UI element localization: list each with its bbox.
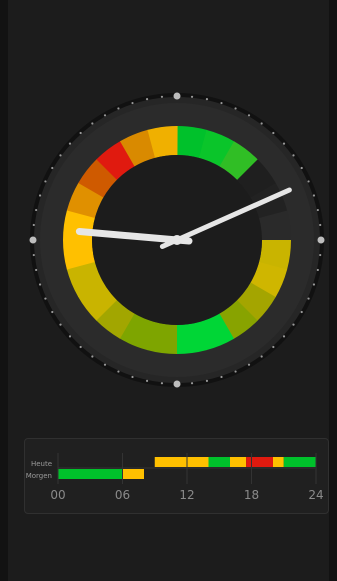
dial-dot xyxy=(44,180,47,183)
tomorrow-label: Morgen xyxy=(26,472,52,480)
dial-dot xyxy=(300,310,303,314)
dial-dot xyxy=(319,223,322,227)
dial-dot xyxy=(316,268,319,272)
forecast-segment xyxy=(273,457,284,467)
forecast-segment xyxy=(122,469,144,479)
dial-dot xyxy=(272,131,275,135)
forecast-segment xyxy=(58,469,123,479)
dial-dot xyxy=(247,363,251,366)
dial-dot xyxy=(272,345,275,349)
dial-dot xyxy=(117,370,120,373)
dial-dot xyxy=(260,122,263,125)
dial-dot xyxy=(38,194,42,197)
app-screen: Heute Morgen 00 06 12 18 24 xyxy=(0,0,337,581)
dial-dot xyxy=(51,310,54,314)
dial-dot xyxy=(282,142,286,145)
hour-tick-label: 18 xyxy=(244,488,259,502)
dial-dot xyxy=(131,375,134,379)
dial-dot xyxy=(247,114,251,117)
dial-dot xyxy=(44,297,47,300)
hour-tick-label: 24 xyxy=(308,488,323,502)
dial-dot xyxy=(234,107,237,110)
forecast-segment xyxy=(230,457,247,467)
hour-tick-label: 06 xyxy=(115,488,130,502)
dial-dot xyxy=(292,323,295,326)
forecast-segment xyxy=(154,457,187,467)
dial-dot xyxy=(131,101,134,105)
dial-marker xyxy=(317,236,325,244)
dial-marker xyxy=(173,92,181,100)
dial-marker xyxy=(173,380,181,388)
dial-marker xyxy=(29,236,37,244)
dial-dot xyxy=(234,370,237,373)
dial-dot xyxy=(68,335,72,338)
today-row xyxy=(154,457,316,467)
dial-dot xyxy=(35,208,38,212)
forecast-segment xyxy=(208,457,230,467)
dial-dot xyxy=(292,154,295,157)
forecast-segment xyxy=(246,457,273,467)
dial-dot xyxy=(190,95,194,98)
dial-dot xyxy=(160,95,164,98)
dial-dot xyxy=(103,114,107,117)
dial-dot xyxy=(205,379,209,382)
dial-dot xyxy=(91,355,94,358)
dial-dot xyxy=(300,166,303,170)
dial-dot xyxy=(307,180,310,183)
dial-dot xyxy=(59,323,62,326)
dial-dot xyxy=(260,355,263,358)
dial-dot xyxy=(307,297,310,300)
forecast-panel: Heute Morgen 00 06 12 18 24 xyxy=(24,438,329,514)
tomorrow-row xyxy=(58,469,144,479)
dial-dot xyxy=(160,382,164,385)
dial-dot xyxy=(205,98,209,101)
dial-dot xyxy=(319,253,322,257)
today-label: Heute xyxy=(31,460,52,468)
dial-dot xyxy=(59,154,62,157)
dial-dot xyxy=(190,382,194,385)
dial-dot xyxy=(103,363,107,366)
dial-dot xyxy=(220,375,223,379)
dial-dot xyxy=(145,98,149,101)
dial-dot xyxy=(145,379,149,382)
dial-dot xyxy=(282,335,286,338)
dial-dot xyxy=(312,283,316,286)
forecast-segment xyxy=(283,457,316,467)
dial-dot xyxy=(51,166,54,170)
dial-dot xyxy=(32,223,35,227)
dial-dot xyxy=(68,142,72,145)
hour-tick-label: 12 xyxy=(179,488,194,502)
dial-dot xyxy=(117,107,120,110)
hour-tick-label: 00 xyxy=(50,488,65,502)
dial-dot xyxy=(35,268,38,272)
dial-dot xyxy=(79,131,82,135)
dial-dot xyxy=(220,101,223,105)
dial-dot xyxy=(312,194,316,197)
dial-dot xyxy=(79,345,82,349)
forecast-bar-chart: Heute Morgen 00 06 12 18 24 xyxy=(26,453,324,502)
dial-dot xyxy=(91,122,94,125)
dial-dot xyxy=(32,253,35,257)
center-cap xyxy=(172,235,182,245)
forecast-segment xyxy=(187,457,209,467)
dial-dot xyxy=(38,283,42,286)
dial-dot xyxy=(316,208,319,212)
